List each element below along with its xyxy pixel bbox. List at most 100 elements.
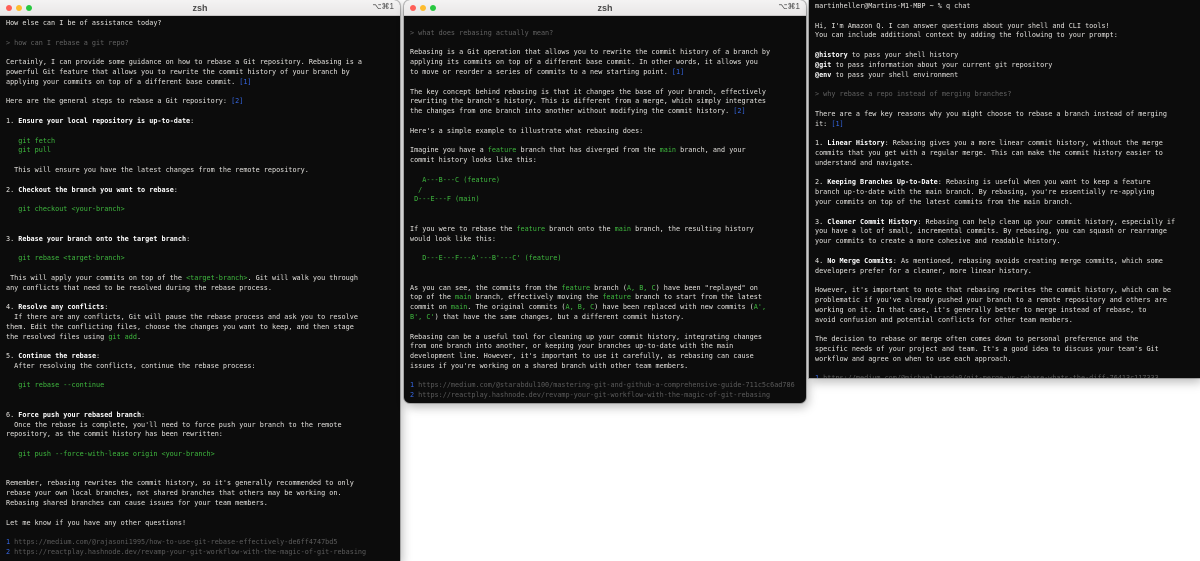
window-shortcut-badge: ⌥⌘1 — [372, 2, 394, 11]
terminal-line: > what does rebasing actually mean? — [410, 29, 800, 39]
terminal-window-middle: zsh ⌥⌘1 > what does rebasing actually me… — [404, 0, 806, 403]
terminal-line — [6, 460, 394, 470]
terminal-line: If there are any conflicts, Git will pau… — [6, 313, 394, 323]
terminal-line: applying your commits on top of a differ… — [6, 78, 394, 88]
terminal-line — [6, 244, 394, 254]
terminal-line: There are a few key reasons why you migh… — [815, 110, 1194, 120]
terminal-line: applying its commits on top of a differe… — [410, 58, 800, 68]
terminal-line: powerful Git feature that allows you to … — [6, 68, 394, 78]
terminal-line — [6, 88, 394, 98]
terminal-line: the resolved files using git add. — [6, 333, 394, 343]
zoom-button[interactable] — [26, 5, 32, 11]
terminal-line: branch up-to-date with the main branch. … — [815, 188, 1194, 198]
minimize-button[interactable] — [420, 5, 426, 11]
terminal-line: avoid confusion and potential conflicts … — [815, 316, 1194, 326]
terminal-line: This will apply your commits on top of t… — [6, 274, 394, 284]
window-title: zsh — [597, 3, 612, 13]
traffic-lights — [6, 0, 32, 15]
terminal-line: 1 https://medium.com/@starabdul100/maste… — [410, 381, 800, 391]
terminal-line: / — [410, 186, 800, 196]
terminal-line — [815, 208, 1194, 218]
terminal-line — [815, 325, 1194, 335]
terminal-line: top of the main branch, effectively movi… — [410, 293, 800, 303]
terminal-line: understand and navigate. — [815, 159, 1194, 169]
close-button[interactable] — [6, 5, 12, 11]
terminal-line: Hi, I'm Amazon Q. I can answer questions… — [815, 22, 1194, 32]
terminal-line: developers prefer for a cleaner, more li… — [815, 267, 1194, 277]
terminal-line: 5. Continue the rebase: — [6, 352, 394, 362]
terminal-line: you have a lot of small, incremental com… — [815, 227, 1194, 237]
terminal-line — [410, 274, 800, 284]
minimize-button[interactable] — [16, 5, 22, 11]
terminal-line: repository, as the commit history has be… — [6, 430, 394, 440]
traffic-lights — [410, 0, 436, 15]
terminal-line — [6, 225, 394, 235]
terminal-line: rewriting the branch's history. This is … — [410, 97, 800, 107]
terminal-line: @git to pass information about your curr… — [815, 61, 1194, 71]
terminal-line: 1. Ensure your local repository is up-to… — [6, 117, 394, 127]
terminal-line — [6, 107, 394, 117]
terminal-line: git rebase <target-branch> — [6, 254, 394, 264]
terminal-line — [6, 401, 394, 411]
terminal-line — [815, 100, 1194, 110]
terminal-line: Once the rebase is complete, you'll need… — [6, 421, 394, 431]
terminal-output[interactable]: > what does rebasing actually mean? Reba… — [404, 16, 806, 401]
terminal-line: 2. Checkout the branch you want to rebas… — [6, 186, 394, 196]
terminal-line — [410, 264, 800, 274]
terminal-line: After resolving the conflicts, continue … — [6, 362, 394, 372]
terminal-output[interactable]: martinheller@Martins-M1-MBP ~ % q chat H… — [809, 0, 1200, 378]
terminal-line — [815, 129, 1194, 139]
terminal-line: B', C') that have the same changes, but … — [410, 313, 800, 323]
terminal-line — [6, 29, 394, 39]
terminal-window-left: zsh ⌥⌘1 How else can I be of assistance … — [0, 0, 400, 561]
terminal-line: You can include additional context by ad… — [815, 31, 1194, 41]
terminal-line: git checkout <your-branch> — [6, 205, 394, 215]
titlebar[interactable]: zsh ⌥⌘1 — [404, 0, 806, 16]
terminal-line — [815, 247, 1194, 257]
terminal-line — [6, 440, 394, 450]
terminal-line: martinheller@Martins-M1-MBP ~ % q chat — [815, 2, 1194, 12]
terminal-line: commits that you get with a regular merg… — [815, 149, 1194, 159]
terminal-line — [6, 528, 394, 538]
terminal-line: > why rebase a repo instead of merging b… — [815, 90, 1194, 100]
terminal-line — [410, 78, 800, 88]
terminal-line: Rebasing can be a useful tool for cleani… — [410, 333, 800, 343]
titlebar[interactable]: zsh ⌥⌘1 — [0, 0, 400, 16]
terminal-line — [6, 293, 394, 303]
terminal-window-right: martinheller@Martins-M1-MBP ~ % q chat H… — [809, 0, 1200, 378]
terminal-line — [6, 470, 394, 480]
terminal-line: A---B---C (feature) — [410, 176, 800, 186]
terminal-line — [410, 372, 800, 382]
terminal-line: any conflicts that need to be resolved d… — [6, 284, 394, 294]
terminal-line — [410, 39, 800, 49]
terminal-line — [6, 215, 394, 225]
terminal-line — [6, 264, 394, 274]
terminal-line: @history to pass your shell history — [815, 51, 1194, 61]
terminal-line: If you were to rebase the feature branch… — [410, 225, 800, 235]
terminal-line: 4. Resolve any conflicts: — [6, 303, 394, 313]
terminal-line: issues if you're working on a shared bra… — [410, 362, 800, 372]
terminal-line — [410, 166, 800, 176]
terminal-line: However, it's important to note that reb… — [815, 286, 1194, 296]
terminal-line — [815, 364, 1194, 374]
terminal-line — [6, 176, 394, 186]
terminal-line: commit on main. The original commits (A,… — [410, 303, 800, 313]
terminal-line — [410, 137, 800, 147]
terminal-line: commit history looks like this: — [410, 156, 800, 166]
terminal-line: git rebase --continue — [6, 381, 394, 391]
terminal-line — [815, 169, 1194, 179]
terminal-line: > how can I rebase a git repo? — [6, 39, 394, 49]
terminal-line: 3. Cleaner Commit History: Rebasing can … — [815, 218, 1194, 228]
terminal-line: Imagine you have a feature branch that h… — [410, 146, 800, 156]
terminal-line: from one branch into another, or keeping… — [410, 342, 800, 352]
terminal-output[interactable]: How else can I be of assistance today? >… — [0, 16, 400, 558]
zoom-button[interactable] — [430, 5, 436, 11]
terminal-line: it: [1] — [815, 120, 1194, 130]
close-button[interactable] — [410, 5, 416, 11]
terminal-line — [410, 117, 800, 127]
terminal-line: to move or reorder a series of commits t… — [410, 68, 800, 78]
terminal-line: working on it. In that case, it's genera… — [815, 306, 1194, 316]
terminal-line: git push --force-with-lease origin <your… — [6, 450, 394, 460]
terminal-line — [6, 156, 394, 166]
terminal-line: 1 https://medium.com/@rajasoni1995/how-t… — [6, 538, 394, 548]
